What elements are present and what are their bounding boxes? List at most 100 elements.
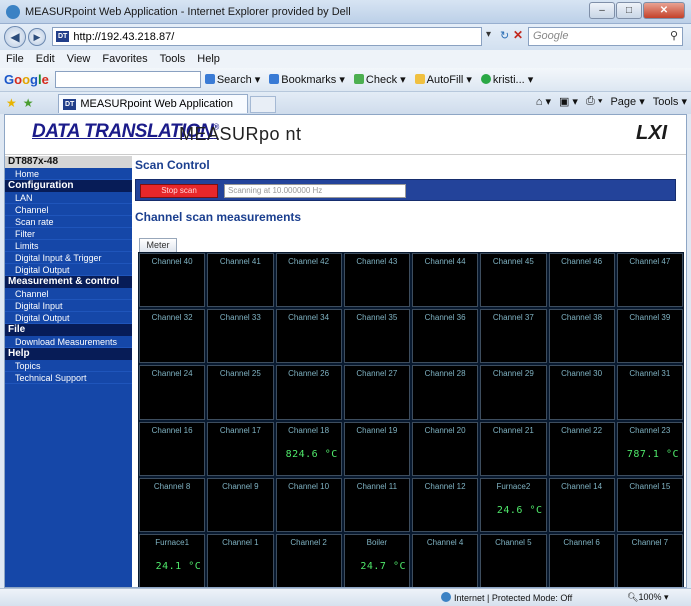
google-search-input[interactable] bbox=[54, 71, 201, 88]
channel-name: Channel 2 bbox=[290, 537, 327, 547]
search-placeholder: Google bbox=[533, 30, 569, 42]
sidebar-item-lan[interactable]: LAN bbox=[5, 192, 132, 204]
google-logo: Google bbox=[4, 72, 49, 87]
channel-name: Channel 40 bbox=[151, 257, 193, 266]
channel-name: Channel 42 bbox=[288, 257, 330, 266]
channel-cell: Channel 44 bbox=[412, 253, 479, 308]
measurpoint-logo: MEASURpo nt bbox=[179, 124, 302, 144]
menu-help[interactable]: Help bbox=[197, 53, 220, 65]
channel-name: Channel 4 bbox=[426, 537, 464, 547]
sidebar-item-home[interactable]: Home bbox=[5, 168, 132, 180]
tab-measurpoint[interactable]: DT MEASURpoint Web Application bbox=[58, 94, 248, 113]
sidebar-item-channel-measure[interactable]: Channel bbox=[5, 288, 132, 300]
channel-cell: Channel 39 bbox=[616, 309, 683, 364]
stop-icon[interactable]: ✕ bbox=[513, 28, 523, 42]
channel-cell: Channel 17 bbox=[207, 421, 274, 476]
sidebar-item-download[interactable]: Download Measurements bbox=[5, 336, 132, 348]
sidebar-item-digital-output-config[interactable]: Digital Output bbox=[5, 264, 132, 276]
search-input[interactable]: Google ⚲ bbox=[528, 27, 683, 46]
window-controls: – □ ✕ bbox=[588, 2, 685, 19]
sidebar-item-digital-input-trigger[interactable]: Digital Input & Trigger bbox=[5, 252, 132, 264]
channel-name: Channel 24 bbox=[151, 369, 193, 379]
tools-menu[interactable]: Tools ▾ bbox=[653, 95, 687, 108]
channel-name: Channel 10 bbox=[288, 481, 330, 491]
sidebar-section-file: File bbox=[5, 324, 132, 336]
search-icon[interactable]: ⚲ bbox=[670, 28, 678, 45]
spellcheck-icon bbox=[353, 74, 364, 84]
channel-name: Furnace2 bbox=[496, 481, 531, 491]
channel-name: Channel 15 bbox=[629, 481, 671, 491]
print-icon[interactable]: ⎙ ▾ bbox=[586, 95, 602, 108]
menu-file[interactable]: File bbox=[6, 53, 24, 65]
menu-favorites[interactable]: Favorites bbox=[102, 53, 147, 65]
channel-name: Channel 16 bbox=[151, 425, 193, 435]
channel-value: 24.7 °C bbox=[360, 560, 406, 572]
channel-grid: Channel 40 Channel 41 Channel 42 Channel 43… bbox=[138, 252, 684, 587]
feeds-icon[interactable]: ▣ ▾ bbox=[559, 95, 578, 108]
sidebar-item-limits[interactable]: Limits bbox=[5, 240, 132, 252]
ie-icon bbox=[6, 4, 20, 19]
channel-cell: Furnace1 24.1 °C bbox=[139, 533, 206, 587]
channel-cell: Channel 36 bbox=[412, 309, 479, 364]
refresh-icon[interactable]: ↻ bbox=[500, 29, 509, 42]
channel-cell: Channel 27 bbox=[343, 365, 410, 420]
add-favorites-icon[interactable]: ★ bbox=[23, 96, 34, 110]
account-button[interactable]: kristi... ▾ bbox=[480, 73, 533, 86]
web-page: DATA TRANSLATION® MEASURpo nt LXI DT887x… bbox=[4, 114, 687, 588]
maximize-button[interactable]: □ bbox=[616, 2, 642, 19]
channel-name: Channel 27 bbox=[356, 369, 398, 379]
channel-cell: Channel 1 bbox=[207, 533, 274, 587]
check-button[interactable]: Check ▾ bbox=[353, 73, 406, 86]
back-button[interactable]: ◀ bbox=[4, 26, 26, 48]
channel-name: Channel 11 bbox=[356, 481, 398, 491]
security-zone[interactable]: Internet | Protected Mode: Off bbox=[441, 592, 572, 603]
sidebar-item-technical-support[interactable]: Technical Support bbox=[5, 372, 132, 384]
channel-cell: Channel 23 787.1 °C bbox=[616, 421, 683, 476]
sidebar-item-digital-output[interactable]: Digital Output bbox=[5, 312, 132, 324]
home-icon[interactable]: ⌂ ▾ bbox=[536, 95, 551, 108]
menu-tools[interactable]: Tools bbox=[160, 53, 186, 65]
autofill-button[interactable]: AutoFill ▾ bbox=[414, 73, 472, 86]
channel-name: Channel 47 bbox=[629, 257, 671, 266]
forward-button[interactable]: ▶ bbox=[28, 28, 46, 46]
bookmarks-button[interactable]: Bookmarks ▾ bbox=[269, 73, 345, 86]
address-dropdown-icon[interactable]: ▾ bbox=[486, 29, 491, 40]
sidebar-item-topics[interactable]: Topics bbox=[5, 360, 132, 372]
channel-name: Boiler bbox=[366, 537, 388, 547]
channel-name: Channel 22 bbox=[561, 425, 603, 435]
favorites-star-icon[interactable]: ★ bbox=[6, 96, 17, 110]
sidebar-item-filter[interactable]: Filter bbox=[5, 228, 132, 240]
channel-cell: Channel 25 bbox=[207, 365, 274, 420]
tab-favicon-icon: DT bbox=[63, 98, 77, 110]
channel-name: Channel 25 bbox=[219, 369, 261, 379]
menu-view[interactable]: View bbox=[67, 53, 91, 65]
channel-cell: Channel 10 bbox=[275, 477, 342, 532]
channel-cell: Channel 2 bbox=[275, 533, 342, 587]
stop-scan-button[interactable]: Stop scan bbox=[140, 184, 218, 198]
title-bar: MEASURpoint Web Application - Internet E… bbox=[0, 0, 691, 24]
address-field[interactable]: DT http://192.43.218.87/ bbox=[52, 27, 482, 46]
zoom-level[interactable]: 🔍︎100% ▾ bbox=[627, 592, 669, 603]
channel-cell: Channel 37 bbox=[480, 309, 547, 364]
menu-edit[interactable]: Edit bbox=[36, 53, 55, 65]
channel-name: Channel 38 bbox=[561, 313, 603, 323]
close-button[interactable]: ✕ bbox=[643, 2, 685, 19]
channel-cell: Channel 21 bbox=[480, 421, 547, 476]
new-tab-button[interactable] bbox=[250, 96, 276, 113]
sidebar-section-measurement: Measurement & control bbox=[5, 276, 132, 288]
tab-meter[interactable]: Meter bbox=[139, 238, 177, 252]
channel-name: Channel 1 bbox=[222, 537, 259, 547]
google-search-button[interactable]: Search ▾ bbox=[204, 73, 260, 86]
page-menu[interactable]: Page ▾ bbox=[610, 95, 644, 108]
address-url: http://192.43.218.87/ bbox=[73, 30, 175, 43]
device-title: DT887x-48 bbox=[5, 156, 132, 168]
sidebar-item-channel-config[interactable]: Channel bbox=[5, 204, 132, 216]
page-header: DATA TRANSLATION® MEASURpo nt LXI bbox=[5, 115, 686, 155]
channel-name: Channel 33 bbox=[219, 313, 261, 323]
minimize-button[interactable]: – bbox=[589, 2, 615, 19]
sidebar-item-digital-input[interactable]: Digital Input bbox=[5, 300, 132, 312]
scan-status-field: Scanning at 10.000000 Hz bbox=[224, 184, 406, 198]
sidebar-item-scan-rate[interactable]: Scan rate bbox=[5, 216, 132, 228]
channel-cell: Channel 12 bbox=[412, 477, 479, 532]
channel-name: Channel 44 bbox=[424, 257, 466, 266]
